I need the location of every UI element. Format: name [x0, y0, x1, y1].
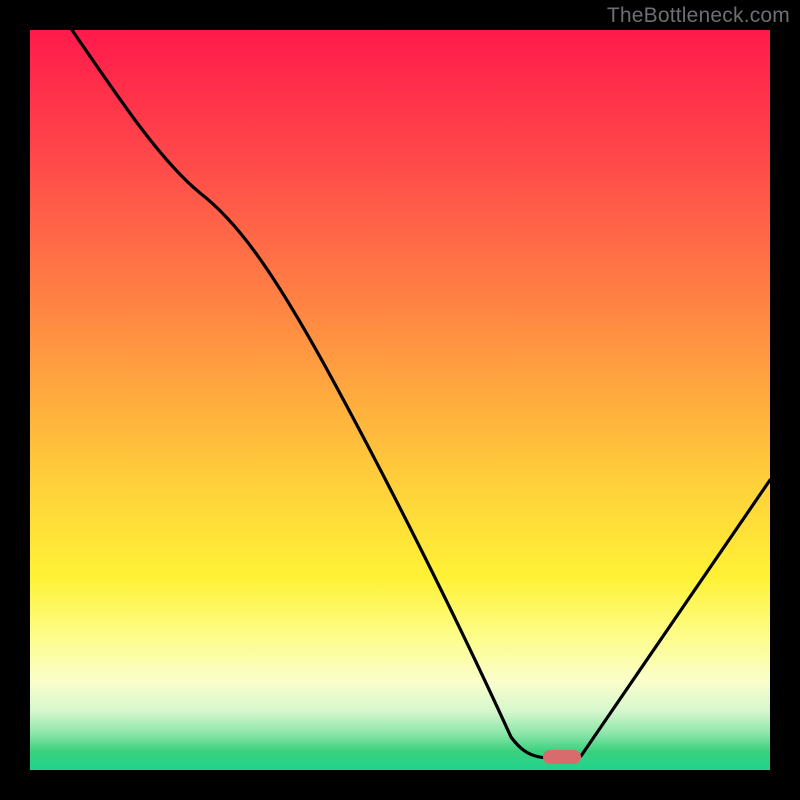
credit-text: TheBottleneck.com: [607, 4, 790, 28]
plot-area: [30, 30, 770, 770]
chart-frame: TheBottleneck.com: [0, 0, 800, 800]
bottleneck-curve: [72, 30, 770, 758]
curve-layer: [30, 30, 770, 770]
optimal-marker: [543, 750, 581, 764]
